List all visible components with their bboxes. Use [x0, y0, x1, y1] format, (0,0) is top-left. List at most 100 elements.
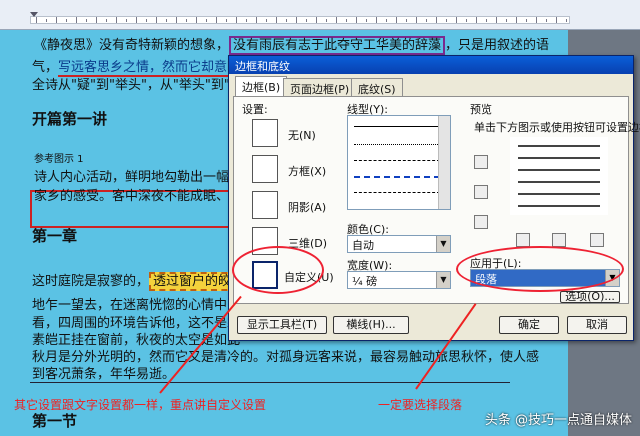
style-solid[interactable]: [354, 126, 440, 127]
chevron-down-icon: ▼: [436, 236, 450, 252]
ruler-tick: [426, 19, 427, 22]
style-dotted[interactable]: [354, 144, 440, 145]
borders-shading-dialog[interactable]: 边框和底纹 边框(B) 页面边框(P) 底纹(S) 设置: 无(N) 方框(X)…: [228, 55, 640, 341]
top-border-button[interactable]: [474, 155, 488, 169]
dialog-title: 边框和底纹: [229, 56, 633, 74]
doc-para-1: 这时庭院是寂寥的， 透过窗户的皎洁: [32, 270, 249, 291]
apply-to-highlight: [456, 246, 624, 292]
color-select[interactable]: 自动 ▼: [347, 235, 451, 253]
ruler-tick: [156, 17, 157, 23]
setting-shadow-label: 阴影(A): [288, 201, 327, 214]
tab-shading[interactable]: 底纹(S): [351, 78, 403, 96]
right-border-button[interactable]: [590, 233, 604, 247]
inner-border-button[interactable]: [474, 185, 488, 199]
ruler-tick: [536, 17, 537, 23]
ruler-tick: [106, 19, 107, 22]
ruler-tick: [486, 19, 487, 22]
bordered-text: 没有雨辰有志于此夺守工华美的辞藻: [229, 36, 446, 55]
ruler-tick: [356, 17, 357, 23]
ruler-tick: [196, 17, 197, 23]
preview-line: [518, 145, 600, 147]
ruler-tick: [506, 19, 507, 22]
ruler-tick: [546, 19, 547, 22]
ruler-tick: [326, 19, 327, 22]
ruler-tick: [406, 19, 407, 22]
chevron-down-icon: ▼: [436, 272, 450, 288]
ruler-tick: [216, 17, 217, 23]
ruler-tick: [456, 17, 457, 23]
annotation-right: 一定要选择段落: [378, 398, 463, 412]
tab-page-borders[interactable]: 页面边框(P): [283, 78, 357, 96]
ruler-tick: [396, 17, 397, 23]
width-select[interactable]: ¼ 磅 ▼: [347, 271, 451, 289]
preview-line: [518, 181, 600, 183]
ruler-tick: [386, 19, 387, 22]
ruler-tick: [336, 17, 337, 23]
ruler-tick: [236, 17, 237, 23]
ruler-tick: [176, 17, 177, 23]
ruler-tick: [146, 19, 147, 22]
watermark: 头条 @技巧一点通自媒体: [484, 413, 632, 428]
tab-borders[interactable]: 边框(B): [235, 76, 288, 97]
setting-box-button[interactable]: [252, 155, 278, 183]
ruler-tick: [46, 19, 47, 22]
ruler-tick: [306, 19, 307, 22]
options-button[interactable]: 选项(O)...: [560, 291, 620, 303]
vertical-border-button[interactable]: [552, 233, 566, 247]
ruler[interactable]: [0, 0, 640, 30]
setting-none-label: 无(N): [288, 129, 316, 142]
horizontal-line-button[interactable]: 横线(H)...: [333, 316, 409, 334]
ruler-tick: [346, 19, 347, 22]
ruler-tick: [266, 19, 267, 22]
ruler-tick: [126, 19, 127, 22]
ruler-tick: [246, 19, 247, 22]
ruler-tick: [286, 19, 287, 22]
ruler-tick: [496, 17, 497, 23]
ruler-tick: [206, 19, 207, 22]
line-style-list[interactable]: [347, 115, 451, 210]
doc-para-6: 到客况萧条，年华易逝。: [32, 367, 176, 382]
color-value: 自动: [352, 239, 374, 252]
ruler-tick: [116, 17, 117, 23]
left-border-button[interactable]: [516, 233, 530, 247]
quote-line-1: 诗人内心活动，鲜明地勾勒出一幅生: [34, 170, 243, 185]
preview-line: [518, 157, 600, 159]
ruler-tick: [476, 17, 477, 23]
quote-line-2: 家乡的感受。客中深夜不能成眠、短: [34, 189, 243, 204]
preview-label: 预览: [470, 103, 492, 116]
ruler-tick: [556, 17, 557, 23]
heading-1: 开篇第一讲: [32, 110, 108, 128]
style-dash-dot[interactable]: [354, 192, 440, 193]
ruler-tick: [256, 17, 257, 23]
ruler-tick: [436, 17, 437, 23]
ruler-tick: [526, 19, 527, 22]
border-preview[interactable]: [510, 137, 608, 215]
heading-3: 第一节: [32, 412, 78, 430]
ruler-tick: [76, 17, 77, 23]
doc-line-2: 气，写远客思乡之情，然而它却意味: [32, 60, 241, 77]
doc-para-2: 地乍一望去，在迷离恍惚的心情中，: [32, 298, 241, 313]
style-list-scrollbar[interactable]: [438, 116, 450, 209]
ruler-tick: [186, 19, 187, 22]
setting-shadow-button[interactable]: [252, 191, 278, 219]
bottom-border-button[interactable]: [474, 215, 488, 229]
ruler-tick: [446, 19, 447, 22]
ruler-tick: [466, 19, 467, 22]
style-dashed[interactable]: [354, 160, 440, 161]
preview-line: [518, 169, 600, 171]
ruler-tick: [366, 19, 367, 22]
ruler-tick: [516, 17, 517, 23]
style-dashed-selected[interactable]: [354, 176, 440, 178]
ok-button[interactable]: 确定: [499, 316, 559, 334]
ruler-tick: [376, 17, 377, 23]
doc-line-3: 全诗从"疑"到"举头"，从"举头"到"低: [32, 78, 243, 93]
ruler-tick: [166, 19, 167, 22]
setting-none-button[interactable]: [252, 119, 278, 147]
horizontal-rule: [30, 382, 510, 383]
cancel-button[interactable]: 取消: [567, 316, 627, 334]
ref-label: 参考图示 1: [34, 154, 84, 165]
custom-setting-highlight: [232, 246, 324, 294]
ruler-tick: [86, 19, 87, 22]
show-toolbar-button[interactable]: 显示工具栏(T): [237, 316, 327, 334]
ruler-tick: [136, 17, 137, 23]
